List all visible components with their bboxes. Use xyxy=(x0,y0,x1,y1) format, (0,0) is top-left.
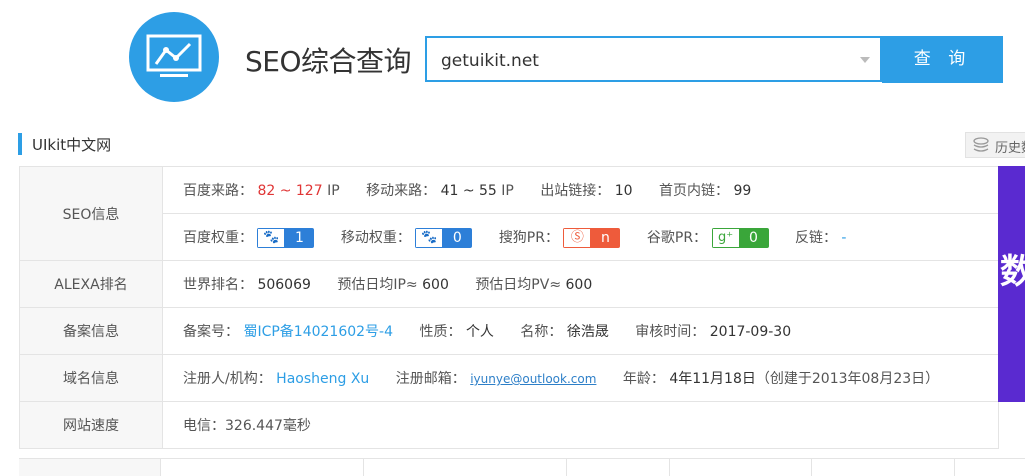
side-banner-ad[interactable]: 数 xyxy=(998,166,1025,402)
daily-pv-key: 预估日均PV≈ xyxy=(475,277,562,293)
owner-name-value: 徐浩晟 xyxy=(566,324,609,340)
baidu-weight-badge[interactable]: 🐾 1 xyxy=(257,227,315,248)
mobile-traffic-value[interactable]: 41 ~ 55 xyxy=(441,183,497,199)
column-divider xyxy=(566,459,567,476)
email-key: 注册邮箱： xyxy=(395,371,466,387)
world-rank-value[interactable]: 506069 xyxy=(257,277,310,293)
column-divider xyxy=(160,459,161,476)
next-table-header xyxy=(19,458,1025,476)
age-key: 年龄： xyxy=(622,371,665,387)
row-label-alexa: ALEXA排名 xyxy=(19,260,163,308)
google-plus-icon: g⁺ xyxy=(711,227,739,248)
google-pr-value: 0 xyxy=(738,227,769,248)
section-title: UIkit中文网 xyxy=(32,136,112,154)
seo-weight-row: 百度权重： 🐾 1 移动权重： 🐾 0 搜狗PR： Ⓢn 谷歌PR： g⁺ 0 … xyxy=(162,213,999,261)
seo-traffic-row: 百度来路： 82 ~ 127 IP 移动来路： 41 ~ 55 IP 出站链接：… xyxy=(162,166,999,214)
speed-row: 电信：326.447毫秒 xyxy=(162,401,999,449)
history-data-label: 历史数 xyxy=(995,141,1025,156)
row-label-domain: 域名信息 xyxy=(19,354,163,402)
mobile-weight-badge[interactable]: 🐾 0 xyxy=(415,227,473,248)
icp-no-key: 备案号： xyxy=(183,324,239,340)
sogou-pr-key: 搜狗PR： xyxy=(498,229,559,246)
domain-row: 注册人/机构： Haosheng Xu 注册邮箱： iyunye@outlook… xyxy=(162,354,999,402)
column-divider xyxy=(669,459,670,476)
chevron-down-icon[interactable] xyxy=(860,57,870,63)
baidu-weight-value: 1 xyxy=(284,227,315,248)
world-rank-key: 世界排名： xyxy=(183,277,253,293)
baidu-traffic-key: 百度来路： xyxy=(183,183,253,199)
column-divider xyxy=(811,459,812,476)
seo-info-table: SEO信息 百度来路： 82 ~ 127 IP 移动来路： 41 ~ 55 IP… xyxy=(19,166,999,449)
outlinks-value[interactable]: 10 xyxy=(615,183,633,199)
google-pr-badge[interactable]: g⁺ 0 xyxy=(711,227,769,248)
mobile-traffic-key: 移动来路： xyxy=(366,183,437,199)
baidu-traffic-value[interactable]: 82 ~ 127 xyxy=(257,183,322,199)
daily-ip-value: 600 xyxy=(422,277,449,293)
telecom-speed: 电信：326.447毫秒 xyxy=(183,418,311,434)
column-divider xyxy=(363,459,364,476)
outlinks-key: 出站链接： xyxy=(540,183,611,199)
row-label-icp: 备案信息 xyxy=(19,307,163,355)
registrant-link[interactable]: Haosheng Xu xyxy=(276,371,369,387)
mobile-traffic-unit: IP xyxy=(501,183,514,199)
page-title: SEO综合查询 xyxy=(245,45,412,78)
homelinks-key: 首页内链： xyxy=(659,183,730,199)
daily-ip-key: 预估日均IP≈ xyxy=(337,277,418,293)
site-logo xyxy=(129,12,219,102)
owner-name-key: 名称： xyxy=(520,324,563,340)
nature-value: 个人 xyxy=(465,324,494,340)
chart-monitor-icon xyxy=(146,34,202,77)
sogou-icon: Ⓢ xyxy=(563,227,591,248)
paw-icon: 🐾 xyxy=(415,227,443,248)
baidu-weight-key: 百度权重： xyxy=(183,229,253,246)
row-label-speed: 网站速度 xyxy=(19,401,163,449)
history-data-button[interactable]: 历史数 xyxy=(965,132,1025,158)
review-date-value: 2017-09-30 xyxy=(709,324,792,340)
sogou-pr-value: n xyxy=(590,227,621,248)
icp-no-link[interactable]: 蜀ICP备14021602号-4 xyxy=(243,324,393,340)
layers-icon xyxy=(972,136,990,158)
sogou-pr-badge[interactable]: Ⓢn xyxy=(563,227,621,248)
search-button[interactable]: 查 询 xyxy=(882,36,1003,83)
row-label-seo: SEO信息 xyxy=(19,166,163,261)
google-pr-key: 谷歌PR： xyxy=(646,229,708,246)
nature-key: 性质： xyxy=(419,324,462,340)
mobile-weight-value: 0 xyxy=(442,227,473,248)
backlinks-key: 反链： xyxy=(794,230,837,246)
review-date-key: 审核时间： xyxy=(635,324,706,340)
section-accent-bar xyxy=(18,133,22,155)
alexa-row: 世界排名： 506069 预估日均IP≈ 600 预估日均PV≈ 600 xyxy=(162,260,999,308)
next-table-label-cell xyxy=(19,459,160,476)
created-date: （创建于2013年08月23日） xyxy=(755,371,940,387)
email-link[interactable]: iyunye@outlook.com xyxy=(470,372,596,386)
banner-text: 数 xyxy=(1000,252,1025,292)
icp-row: 备案号： 蜀ICP备14021602号-4 性质： 个人 名称： 徐浩晟 审核时… xyxy=(162,307,999,355)
registrant-key: 注册人/机构： xyxy=(183,371,272,387)
daily-pv-value: 600 xyxy=(565,277,593,293)
column-divider xyxy=(954,459,955,476)
search-box xyxy=(425,36,882,82)
baidu-traffic-unit: IP xyxy=(327,183,340,199)
mobile-weight-key: 移动权重： xyxy=(340,229,411,246)
age-value: 4年11月18日 xyxy=(669,371,756,387)
paw-icon: 🐾 xyxy=(257,227,285,248)
search-input[interactable] xyxy=(439,48,843,74)
homelinks-value[interactable]: 99 xyxy=(734,183,752,199)
backlinks-value[interactable]: - xyxy=(841,230,846,246)
